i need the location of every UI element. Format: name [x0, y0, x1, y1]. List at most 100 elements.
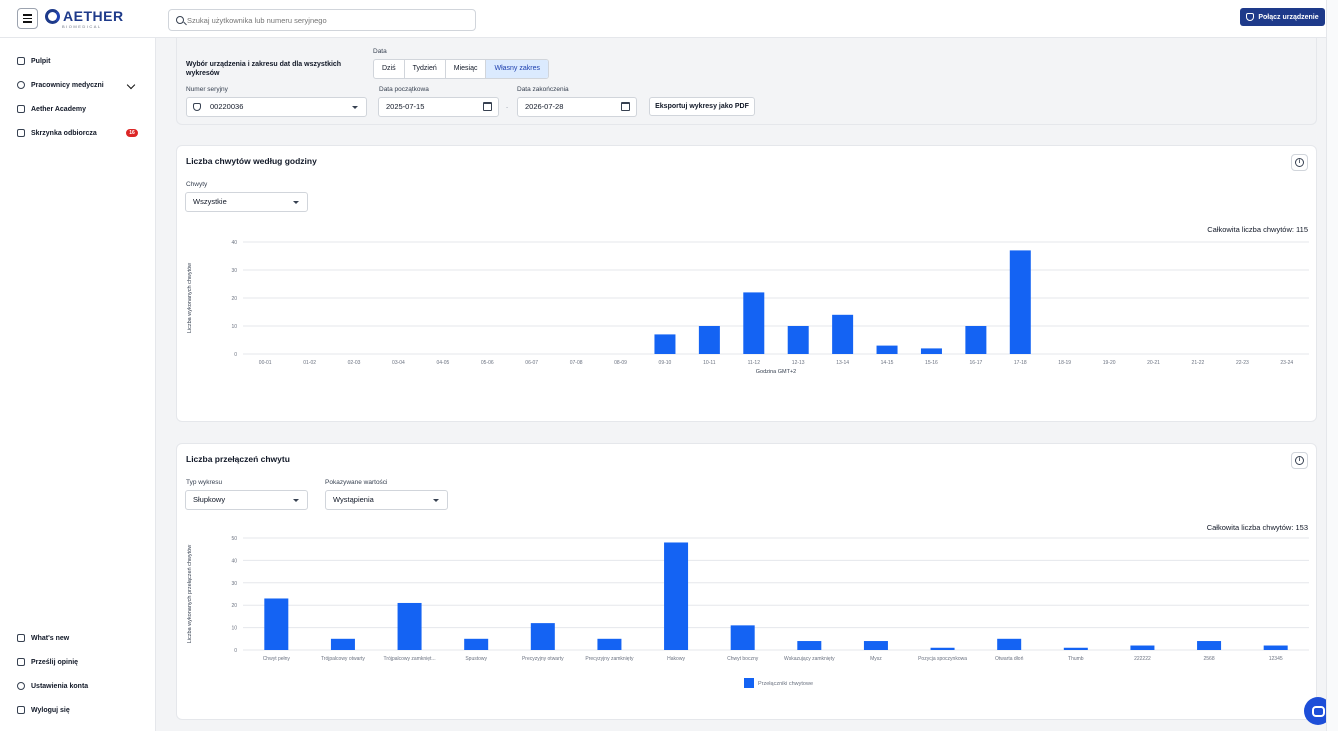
bar: [698, 326, 720, 354]
serial-select[interactable]: 00220036: [186, 97, 367, 117]
calendar-icon[interactable]: [621, 102, 630, 111]
bar: [797, 641, 822, 650]
bar: [1263, 645, 1288, 650]
end-date-label: Data zakończenia: [517, 86, 569, 93]
x-tick-label: 12345: [1269, 656, 1283, 662]
logout-icon: [17, 706, 25, 714]
bar: [1130, 645, 1155, 650]
start-date-label: Data początkowa: [379, 86, 429, 93]
range-custom-button[interactable]: Własny zakres: [486, 60, 548, 78]
bar: [1197, 641, 1222, 650]
sidebar-item-label: Skrzynka odbiorcza: [31, 129, 97, 137]
sidebar-item-label: What's new: [31, 634, 70, 642]
start-date-value: 2025-07-15: [386, 102, 425, 111]
bar: [787, 326, 809, 354]
sidebar-item-label: Aether Academy: [31, 105, 86, 113]
sidebar-item-feedback[interactable]: Prześlij opinię: [17, 655, 78, 669]
x-tick-label: 22-23: [1236, 360, 1249, 366]
bar: [1063, 647, 1088, 650]
menu-icon[interactable]: [17, 8, 38, 29]
top-bar: AETHER BIOMEDICAL Połącz urządzenie: [0, 0, 1326, 38]
bar: [464, 638, 489, 650]
sidebar: Pulpit Pracownicy medyczni Aether Academ…: [0, 38, 156, 731]
bar: [597, 638, 622, 650]
scrollbar[interactable]: [1326, 0, 1338, 731]
range-today-button[interactable]: Dziś: [374, 60, 405, 78]
x-tick-label: 14-15: [881, 360, 894, 366]
chevron-down-icon: [293, 201, 299, 204]
search-input[interactable]: [187, 13, 467, 28]
x-tick-label: Spustowy: [465, 656, 487, 662]
x-tick-label: 2568: [1204, 656, 1215, 662]
card-title: Liczba chwytów według godziny: [186, 156, 317, 166]
export-pdf-button[interactable]: Eksportuj wykresy jako PDF: [649, 97, 755, 116]
sidebar-item-inbox[interactable]: Skrzynka odbiorcza: [17, 126, 97, 140]
y-tick-label: 10: [231, 324, 237, 330]
chart-type-select[interactable]: Słupkowy: [185, 490, 308, 510]
y-tick-label: 20: [231, 296, 237, 302]
sidebar-item-whats-new[interactable]: What's new: [17, 631, 69, 645]
bar: [997, 638, 1022, 650]
chevron-down-icon: [433, 499, 439, 502]
y-tick-label: 30: [231, 581, 237, 587]
sidebar-item-settings[interactable]: Ustawienia konta: [17, 679, 88, 693]
info-button[interactable]: i: [1291, 452, 1308, 469]
x-tick-label: 23-24: [1280, 360, 1293, 366]
x-tick-label: 222222: [1134, 656, 1151, 662]
logo[interactable]: AETHER BIOMEDICAL: [45, 8, 124, 29]
connect-device-label: Połącz urządzenie: [1258, 13, 1319, 21]
bar: [1009, 250, 1031, 354]
logo-subtext: BIOMEDICAL: [62, 24, 102, 29]
shown-values-label: Pokazywane wartości: [325, 479, 388, 486]
feedback-icon: [17, 658, 25, 666]
x-tick-label: 21-22: [1192, 360, 1205, 366]
info-button[interactable]: i: [1291, 154, 1308, 171]
chart-type-value: Słupkowy: [193, 495, 226, 504]
x-tick-label: 00-01: [259, 360, 272, 366]
bar: [530, 623, 555, 650]
connect-device-button[interactable]: Połącz urządzenie: [1240, 8, 1325, 26]
sidebar-item-label: Pulpit: [31, 57, 51, 65]
legend-label: Przełączniki chwytowe: [758, 681, 813, 687]
grips-filter-value: Wszystkie: [193, 197, 227, 206]
x-tick-label: Pozycja spoczynkowa: [918, 656, 967, 662]
x-tick-label: Wskazujący zamknięty: [784, 656, 835, 662]
inbox-count-badge: 16: [126, 129, 138, 137]
filter-panel: Wybór urządzenia i zakresu dat dla wszys…: [176, 38, 1317, 125]
x-tick-label: 10-11: [703, 360, 716, 366]
sidebar-item-medical-staff[interactable]: Pracownicy medyczni: [17, 78, 104, 92]
shield-icon: [17, 81, 25, 89]
sidebar-item-logout[interactable]: Wyloguj się: [17, 703, 70, 717]
x-tick-label: 07-08: [570, 360, 583, 366]
end-date-value: 2026-07-28: [525, 102, 564, 111]
range-week-button[interactable]: Tydzień: [405, 60, 446, 78]
x-tick-label: Thumb: [1068, 656, 1084, 662]
chevron-down-icon[interactable]: [126, 80, 136, 90]
range-separator: -: [506, 104, 509, 111]
y-tick-label: 0: [234, 648, 237, 654]
range-month-button[interactable]: Miesiąc: [446, 60, 487, 78]
x-tick-label: 12-13: [792, 360, 805, 366]
sidebar-item-dashboard[interactable]: Pulpit: [17, 54, 50, 68]
y-tick-label: 30: [231, 268, 237, 274]
end-date-field[interactable]: 2026-07-28: [517, 97, 637, 117]
calendar-icon[interactable]: [483, 102, 492, 111]
bar: [920, 348, 942, 354]
x-tick-label: 20-21: [1147, 360, 1160, 366]
x-tick-label: 19-20: [1103, 360, 1116, 366]
bar: [863, 641, 888, 650]
search-box[interactable]: [168, 9, 476, 31]
chat-icon: [1311, 705, 1325, 717]
sidebar-item-academy[interactable]: Aether Academy: [17, 102, 86, 116]
hand-icon: [1246, 13, 1255, 21]
x-tick-label: Hakowy: [667, 656, 685, 662]
grips-filter-select[interactable]: Wszystkie: [185, 192, 308, 212]
x-tick-label: 17-18: [1014, 360, 1027, 366]
serial-label: Numer seryjny: [186, 86, 228, 93]
y-tick-label: 40: [231, 240, 237, 246]
filter-title: Wybór urządzenia i zakresu dat dla wszys…: [186, 61, 342, 77]
shown-values-select[interactable]: Wystąpienia: [325, 490, 448, 510]
chevron-down-icon: [352, 106, 358, 109]
start-date-field[interactable]: 2025-07-15: [378, 97, 499, 117]
graduation-cap-icon: [17, 105, 25, 113]
